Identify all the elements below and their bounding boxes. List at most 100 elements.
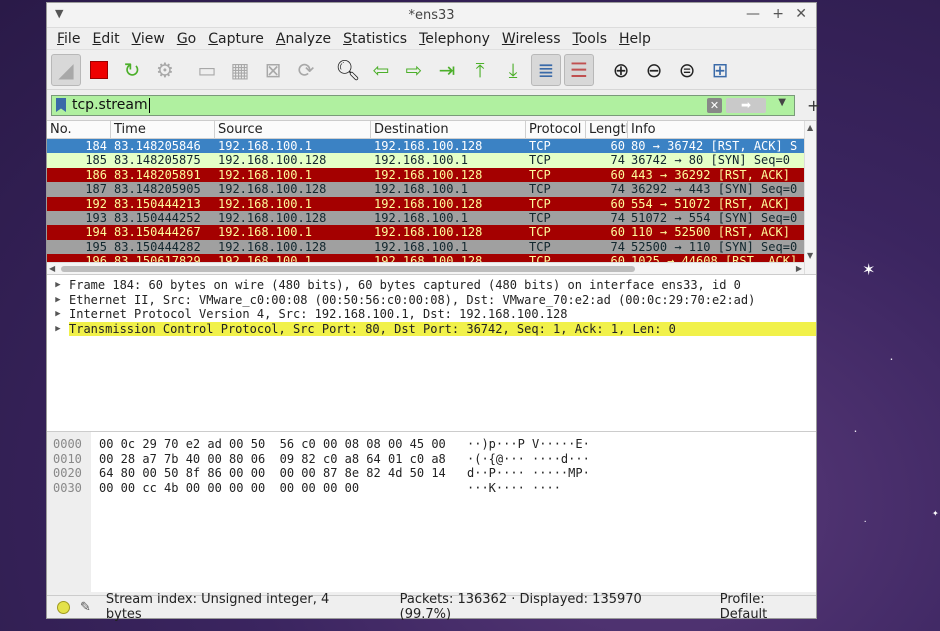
auto-scroll-icon[interactable]: ≣ xyxy=(531,53,561,86)
profile-label[interactable]: Profile: Default xyxy=(720,592,816,622)
zoom-out-icon[interactable]: ⊖ xyxy=(639,54,669,86)
open-file-icon[interactable]: ▭ xyxy=(192,54,222,86)
stop-capture-icon[interactable] xyxy=(84,54,114,86)
hex-line: 64 80 00 50 8f 86 00 00 00 00 87 8e 82 4… xyxy=(99,466,590,480)
menu-analyze[interactable]: Analyze xyxy=(270,31,337,47)
background-star: ✶ xyxy=(862,260,876,279)
last-packet-icon[interactable]: ⤓ xyxy=(498,54,528,86)
shark-fin-start-icon[interactable]: ◢ xyxy=(51,53,81,86)
background-star: • xyxy=(864,519,867,524)
hex-offsets: 0000 0010 0020 0030 xyxy=(47,432,91,592)
menu-tools[interactable]: Tools xyxy=(567,31,614,47)
hex-line: 00 0c 29 70 e2 ad 00 50 56 c0 00 08 08 0… xyxy=(99,437,590,451)
text-caret xyxy=(148,97,150,113)
colorize-icon[interactable]: ☰ xyxy=(564,53,594,86)
table-row[interactable]: 184 83.148205846 192.168.100.1 192.168.100.… xyxy=(47,139,816,154)
table-row[interactable]: 186 83.148205891 192.168.100.1 192.168.100.… xyxy=(47,167,816,183)
maximize-icon[interactable]: + xyxy=(772,6,784,22)
display-filter-bar: tcp.stream ✕ ➡ ▼ + xyxy=(47,90,820,120)
column-destination[interactable]: Destination xyxy=(371,121,526,138)
hex-offset: 0010 xyxy=(53,451,82,466)
table-row[interactable]: 193 83.150444252 192.168.100.128 192.168.10… xyxy=(47,210,816,226)
status-bar: ✎ Stream index: Unsigned integer, 4 byte… xyxy=(47,592,816,622)
menu-capture[interactable]: Capture xyxy=(202,31,270,47)
scrollbar-thumb[interactable] xyxy=(61,266,635,272)
expand-arrow-icon[interactable]: ▶ xyxy=(47,309,69,319)
menu-help[interactable]: Help xyxy=(613,31,657,47)
menu-telephony[interactable]: Telephony xyxy=(413,31,496,47)
background-star: ✦ xyxy=(932,509,939,518)
zoom-reset-icon[interactable]: ⊜ xyxy=(672,54,702,86)
minimize-icon[interactable]: — xyxy=(746,6,760,22)
scroll-up-icon[interactable]: ▲ xyxy=(807,123,813,132)
detail-row-frame[interactable]: ▶ Frame 184: 60 bytes on wire (480 bits),… xyxy=(47,278,816,293)
menu-edit[interactable]: Edit xyxy=(86,31,125,47)
resize-columns-icon[interactable]: ⊞ xyxy=(705,54,735,86)
close-icon[interactable]: ✕ xyxy=(795,6,807,22)
bookmark-icon[interactable] xyxy=(56,98,66,112)
hex-offset: 0020 xyxy=(53,466,82,480)
hex-line: 00 00 cc 4b 00 00 00 00 00 00 00 00 ···K·… xyxy=(99,480,561,495)
table-row[interactable]: 187 83.148205905 192.168.100.128 192.168.10… xyxy=(47,182,816,197)
expand-arrow-icon[interactable]: ▶ xyxy=(47,324,69,334)
close-file-icon[interactable]: ⊠ xyxy=(258,54,288,86)
go-forward-icon[interactable]: ⇨ xyxy=(399,54,429,86)
capture-options-icon[interactable]: ⚙ xyxy=(150,54,180,86)
reload-file-icon[interactable]: ⟳ xyxy=(291,54,321,86)
expand-arrow-icon[interactable]: ▶ xyxy=(47,295,69,305)
hex-dump[interactable]: 00 0c 29 70 e2 ad 00 50 56 c0 00 08 08 0… xyxy=(91,432,590,592)
packet-list-header: No. Time Source Destination Protocol Len… xyxy=(47,121,816,139)
window-menu-icon[interactable]: ▼ xyxy=(55,7,63,20)
chevron-down-icon[interactable]: ▼ xyxy=(778,97,786,108)
first-packet-icon[interactable]: ⤒ xyxy=(465,54,495,86)
menu-wireless[interactable]: Wireless xyxy=(496,31,567,47)
packet-list-vertical-scrollbar[interactable]: ▲ ▼ xyxy=(804,121,816,274)
edit-comment-icon[interactable]: ✎ xyxy=(80,600,91,615)
packet-count: Packets: 136362 · Displayed: 135970 (99.… xyxy=(399,592,642,622)
column-length[interactable]: Length xyxy=(586,121,628,138)
table-row[interactable]: 195 83.150444282 192.168.100.128 192.168.10… xyxy=(47,239,816,255)
scroll-right-icon[interactable]: ▶ xyxy=(796,264,802,273)
column-no[interactable]: No. xyxy=(47,121,111,138)
table-row[interactable]: 185 83.148205875 192.168.100.128 192.168.10… xyxy=(47,153,816,168)
menu-view[interactable]: View xyxy=(126,31,171,47)
find-packet-icon[interactable]: 🔍︎ xyxy=(333,54,363,86)
detail-row-tcp[interactable]: ▶ Transmission Control Protocol, Src Port… xyxy=(47,321,816,337)
menu-statistics[interactable]: Statistics xyxy=(337,31,413,47)
apply-arrow-icon[interactable]: ➡ xyxy=(726,97,766,113)
column-source[interactable]: Source xyxy=(215,121,371,138)
scroll-down-icon[interactable]: ▼ xyxy=(807,251,813,260)
menu-bar: File Edit View Go Capture Analyze Statis… xyxy=(47,28,816,50)
scroll-left-icon[interactable]: ◀ xyxy=(49,264,55,273)
packet-bytes: 0000 0010 0020 0030 00 0c 29 70 e2 ad 00… xyxy=(47,432,816,592)
menu-file[interactable]: File xyxy=(51,31,86,47)
column-info[interactable]: Info xyxy=(628,121,816,138)
save-file-icon[interactable]: ▦ xyxy=(225,54,255,86)
expand-arrow-icon[interactable]: ▶ xyxy=(47,280,69,290)
clear-icon[interactable]: ✕ xyxy=(707,97,722,113)
table-row[interactable]: 192 83.150444213 192.168.100.1 192.168.100.… xyxy=(47,196,816,211)
table-row[interactable]: 194 83.150444267 192.168.100.1 192.168.100.… xyxy=(47,225,816,240)
background-star: • xyxy=(890,357,893,363)
menu-go[interactable]: Go xyxy=(171,31,202,47)
packet-list-horizontal-scrollbar[interactable]: ◀ ▶ xyxy=(47,262,804,274)
expert-info-icon[interactable] xyxy=(57,600,70,614)
go-back-icon[interactable]: ⇦ xyxy=(366,54,396,86)
hex-line: 00 28 a7 7b 40 00 80 06 09 82 c0 a8 64 0… xyxy=(99,451,590,466)
packet-list: No. Time Source Destination Protocol Len… xyxy=(47,120,816,275)
column-protocol[interactable]: Protocol xyxy=(526,121,586,138)
main-toolbar: ◢ ↻ ⚙ ▭ ▦ ⊠ ⟳ 🔍︎ ⇦ ⇨ ⇥ ⤒ ⤓ ≣ ☰ ⊕ ⊖ ⊜ ⊞ xyxy=(47,50,816,90)
restart-capture-icon[interactable]: ↻ xyxy=(117,54,147,86)
hex-offset: 0030 xyxy=(53,480,82,495)
packet-details: ▶ Frame 184: 60 bytes on wire (480 bits),… xyxy=(47,275,816,432)
filter-text[interactable]: tcp.stream xyxy=(72,97,148,113)
zoom-in-icon[interactable]: ⊕ xyxy=(606,54,636,86)
column-time[interactable]: Time xyxy=(111,121,215,138)
detail-row-ip[interactable]: ▶ Internet Protocol Version 4, Src: 192.1… xyxy=(47,307,816,322)
detail-row-ethernet[interactable]: ▶ Ethernet II, Src: VMware_c0:00:08 (00:5… xyxy=(47,293,816,308)
display-filter-input[interactable]: tcp.stream ✕ ➡ ▼ xyxy=(51,94,795,116)
add-filter-button[interactable]: + xyxy=(807,96,820,115)
hex-offset: 0000 xyxy=(53,437,82,451)
go-to-packet-icon[interactable]: ⇥ xyxy=(432,54,462,86)
background-star: • xyxy=(854,429,857,435)
